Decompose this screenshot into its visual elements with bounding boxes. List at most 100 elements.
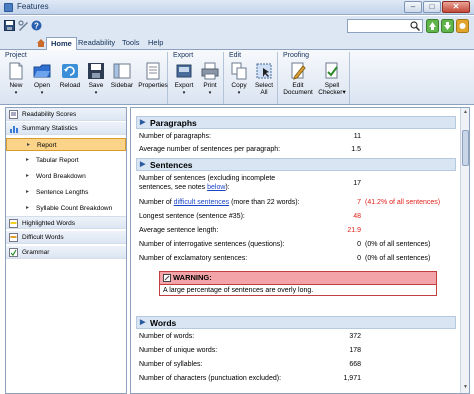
select-all-button[interactable]: Select All — [252, 62, 276, 96]
vertical-scrollbar[interactable]: ▲ ▼ — [460, 108, 469, 393]
home-icon — [37, 39, 45, 47]
row-label-text: ): — [225, 184, 230, 191]
title-bar: Features – □ ✕ — [0, 0, 474, 15]
sidebar-item-word-breakdown[interactable]: ▸ Word Breakdown — [6, 170, 126, 183]
tab-home[interactable]: Home — [46, 37, 77, 50]
section-title: Words — [150, 318, 177, 328]
close-button[interactable]: ✕ — [442, 1, 470, 13]
difficult-sentences-link[interactable]: difficult sentences — [174, 199, 230, 206]
copy-label: Copy — [231, 82, 247, 89]
row-label-text: Number of sentences (excluding incomplet… — [139, 175, 276, 182]
select-all-label: Select All — [254, 82, 274, 96]
sidebar-item-grammar[interactable]: Grammar — [6, 246, 126, 259]
sidebar-item-label: Syllable Count Breakdown — [36, 205, 113, 212]
row-label: Number of exclamatory sentences: — [139, 255, 248, 262]
row-label: Number of characters (punctuation exclud… — [139, 375, 282, 382]
floppy-disk-icon — [88, 63, 104, 79]
sidebar-item-sentence-lengths[interactable]: ▸ Sentence Lengths — [6, 186, 126, 199]
sidebar-item-readability-scores[interactable]: Readability Scores — [6, 108, 126, 121]
open-button[interactable]: Open ▾ — [30, 62, 54, 97]
copy-button[interactable]: Copy ▾ — [227, 62, 251, 97]
readability-scores-icon — [9, 110, 18, 119]
sidebar-label: Sidebar — [110, 82, 134, 89]
row-value: 7 — [357, 199, 361, 206]
spell-checker-label: Spell Checker — [318, 82, 343, 96]
tools-icon[interactable] — [18, 20, 29, 31]
search-input[interactable] — [348, 20, 408, 32]
reload-button[interactable]: Reload — [58, 62, 82, 89]
new-label: New — [9, 82, 23, 89]
sidebar-button[interactable]: Sidebar — [110, 62, 134, 89]
search-icon[interactable] — [410, 21, 420, 31]
warning-text: A large percentage of sentences are over… — [160, 284, 436, 295]
new-document-icon — [9, 62, 23, 80]
group-label: Edit — [229, 52, 242, 59]
group-label: Export — [173, 52, 194, 59]
row-value: 668 — [349, 361, 361, 368]
scroll-down-icon[interactable]: ▼ — [462, 384, 469, 392]
tab-readability[interactable]: Readability — [74, 37, 119, 50]
reload-label: Reload — [59, 82, 81, 89]
maximize-button[interactable]: □ — [423, 1, 441, 13]
highlighted-words-icon — [9, 219, 18, 228]
sidebar: Readability Scores Summary Statistics ▸ … — [5, 107, 127, 394]
difficult-words-icon — [9, 233, 18, 242]
edit-document-icon — [291, 62, 306, 80]
export-icon — [176, 64, 192, 78]
quick-access-toolbar: ? — [0, 16, 474, 36]
help-icon[interactable]: ? — [31, 20, 42, 31]
window-title: Features — [17, 2, 49, 11]
row-value: 21.9 — [347, 227, 361, 234]
save-icon[interactable] — [4, 20, 15, 31]
below-link[interactable]: below — [207, 184, 225, 191]
section-header-words[interactable]: ▶ Words — [136, 316, 456, 329]
sidebar-item-label: Report — [37, 142, 57, 149]
sidebar-item-label: Sentence Lengths — [36, 189, 89, 196]
sidebar-item-syllable-count-breakdown[interactable]: ▸ Syllable Count Breakdown — [6, 202, 126, 215]
search-next-icon[interactable] — [441, 19, 454, 33]
search-options-icon[interactable] — [456, 19, 469, 33]
search-previous-icon[interactable] — [426, 19, 439, 33]
row-value: 48 — [353, 213, 361, 220]
sidebar-item-label: Grammar — [22, 249, 50, 256]
sidebar-item-report[interactable]: ▸ Report — [6, 138, 126, 151]
edit-document-button[interactable]: Edit Document — [282, 62, 314, 96]
row-label: Longest sentence (sentence #35): — [139, 213, 245, 220]
minimize-button[interactable]: – — [404, 1, 422, 13]
sidebar-item-tabular-report[interactable]: ▸ Tabular Report — [6, 154, 126, 167]
sidebar-item-difficult-words[interactable]: Difficult Words — [6, 231, 126, 244]
expand-arrow-icon: ▶ — [140, 161, 146, 168]
properties-button[interactable]: Properties — [138, 62, 168, 89]
print-button[interactable]: Print ▾ — [198, 62, 222, 97]
tab-tools[interactable]: Tools — [118, 37, 144, 50]
row-label: Average number of sentences per paragrap… — [139, 146, 281, 153]
export-group: Export Export ▾ Print ▾ — [170, 52, 224, 104]
reload-icon — [62, 64, 78, 78]
new-button[interactable]: New ▾ — [4, 62, 28, 97]
tab-help[interactable]: Help — [144, 37, 167, 50]
scrollbar-thumb[interactable] — [462, 130, 469, 166]
properties-label: Properties — [138, 82, 168, 89]
warning-box: WARNING: A large percentage of sentences… — [159, 271, 437, 296]
export-button[interactable]: Export ▾ — [172, 62, 196, 97]
section-header-sentences[interactable]: ▶ Sentences — [136, 158, 456, 171]
proofing-group: Proofing Edit Document Spell Checker▾ — [280, 52, 350, 104]
spell-checker-button[interactable]: Spell Checker▾ — [316, 62, 348, 96]
save-ribbon-button[interactable]: Save ▾ — [84, 62, 108, 97]
row-label: Number of unique words: — [139, 347, 218, 354]
report-panel[interactable]: ▶ Paragraphs Number of paragraphs: 11 Av… — [130, 107, 470, 394]
row-label: Number of difficult sentences (more than… — [139, 198, 339, 207]
scroll-up-icon[interactable]: ▲ — [462, 109, 469, 117]
spell-check-icon — [325, 62, 338, 79]
section-header-paragraphs[interactable]: ▶ Paragraphs — [136, 116, 456, 129]
save-label: Save — [88, 82, 104, 89]
sidebar-item-summary-statistics[interactable]: Summary Statistics — [6, 122, 126, 135]
row-extra: (0% of all sentences) — [365, 255, 431, 262]
row-label-text: (more than 22 words): — [229, 199, 300, 206]
warning-title: WARNING: — [173, 273, 212, 282]
sidebar-item-highlighted-words[interactable]: Highlighted Words — [6, 216, 126, 229]
open-label: Open — [34, 82, 50, 89]
row-label-text: sentences, see notes — [139, 184, 208, 191]
search-box[interactable] — [347, 19, 423, 33]
print-label: Print — [203, 82, 217, 89]
